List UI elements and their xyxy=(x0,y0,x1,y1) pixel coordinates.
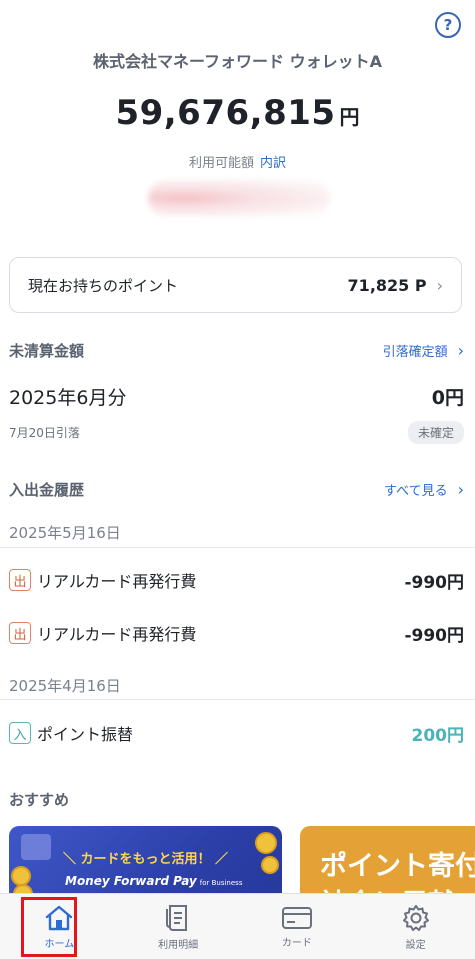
see-all-link[interactable]: すべて見る › xyxy=(384,480,464,499)
chevron-right-icon: › xyxy=(436,275,443,295)
tab-home[interactable]: ホーム xyxy=(0,894,119,959)
points-card[interactable]: 現在お持ちのポイント 71,825 P › xyxy=(9,257,462,313)
transaction-row[interactable]: 出 リアルカード再発行費 -990円 xyxy=(9,560,464,600)
balance-unit: 円 xyxy=(339,105,360,129)
transaction-info: 出 リアルカード再発行費 xyxy=(9,621,196,645)
points-value: 71,825 P xyxy=(347,275,427,295)
points-label: 現在お持ちのポイント xyxy=(28,276,179,295)
tab-label: カード xyxy=(281,938,312,949)
gear-icon xyxy=(402,905,429,931)
coin-icon xyxy=(11,866,31,886)
unsettled-month: 2025年6月分 xyxy=(9,387,127,409)
highlight-box xyxy=(21,897,77,957)
transaction-info: 入 ポイント振替 xyxy=(9,721,133,745)
history-title: 入出金履歴 xyxy=(9,481,85,499)
available-row: 利用可能額 内訳 xyxy=(0,152,475,171)
balance-amount: 59,676,815 xyxy=(115,93,336,133)
transaction-name: ポイント振替 xyxy=(37,725,134,744)
date-header: 2025年4月16日 xyxy=(9,677,121,695)
transaction-name: リアルカード再発行費 xyxy=(37,625,197,644)
tab-bar: ホーム 利用明細 カード 設定 xyxy=(0,893,475,959)
due-date: 7月20日引落 xyxy=(9,426,80,440)
banner-text: ポイント寄付 xyxy=(320,851,475,882)
banner-brand: Money Forward Pay for Business xyxy=(65,874,243,888)
chevron-right-icon: › xyxy=(457,341,464,360)
tab-card[interactable]: カード xyxy=(238,894,357,959)
date-header: 2025年5月16日 xyxy=(9,524,121,542)
tab-label: 利用明細 xyxy=(158,940,199,951)
coin-icon xyxy=(255,832,277,854)
banner-tagline: ＼ カードをもっと活用！ ／ xyxy=(63,852,229,867)
out-badge-icon: 出 xyxy=(9,569,31,591)
help-button[interactable]: ? xyxy=(435,12,461,38)
tab-statement[interactable]: 利用明細 xyxy=(119,894,238,959)
recommend-title: おすすめ xyxy=(9,791,70,809)
receipt-icon xyxy=(166,905,188,931)
unsettled-title: 未清算金額 xyxy=(9,342,85,360)
coin-icon xyxy=(261,856,279,874)
unsettled-header: 未清算金額 引落確定額 › xyxy=(9,340,464,361)
transaction-row[interactable]: 入 ポイント振替 200円 xyxy=(9,713,464,753)
divider xyxy=(0,547,475,548)
transaction-info: 出 リアルカード再発行費 xyxy=(9,568,196,592)
transaction-amount: -990円 xyxy=(404,625,464,646)
unsettled-amount: 0円 xyxy=(431,387,464,409)
tab-settings[interactable]: 設定 xyxy=(356,894,475,959)
available-label: 利用可能額 xyxy=(188,156,254,171)
unsettled-month-row[interactable]: 2025年6月分 0円 xyxy=(9,383,464,410)
transaction-name: リアルカード再発行費 xyxy=(37,572,197,591)
divider xyxy=(0,699,475,700)
transaction-amount: 200円 xyxy=(411,725,465,746)
transaction-amount: -990円 xyxy=(404,572,464,593)
due-row: 7月20日引落 未確定 xyxy=(9,421,464,444)
balance-display: 59,676,815 円 xyxy=(0,93,475,133)
blurred-info xyxy=(148,180,330,216)
out-badge-icon: 出 xyxy=(9,622,31,644)
transaction-row[interactable]: 出 リアルカード再発行費 -990円 xyxy=(9,613,464,653)
status-badge: 未確定 xyxy=(407,421,464,444)
wallet-illustration-icon xyxy=(21,834,51,860)
tab-label: 設定 xyxy=(405,940,426,951)
breakdown-link[interactable]: 内訳 xyxy=(260,156,286,171)
card-icon xyxy=(281,907,312,929)
question-circle-icon: ? xyxy=(443,16,453,34)
history-header: 入出金履歴 すべて見る › xyxy=(9,479,464,500)
in-badge-icon: 入 xyxy=(9,722,31,744)
chevron-right-icon: › xyxy=(457,480,464,499)
confirmed-amount-link[interactable]: 引落確定額 › xyxy=(383,341,464,360)
wallet-name: 株式会社マネーフォワード ウォレットA xyxy=(93,52,382,71)
